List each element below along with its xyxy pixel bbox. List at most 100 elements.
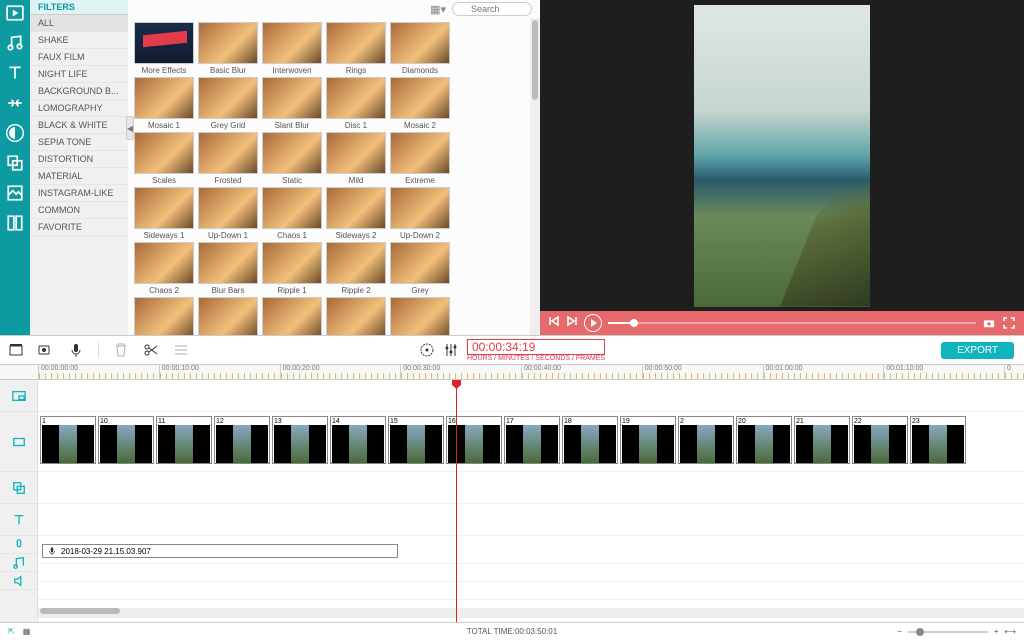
effect-mosaic-1[interactable]: Mosaic 1: [134, 77, 194, 130]
split-icon[interactable]: [6, 214, 24, 232]
grid-scrollbar[interactable]: [530, 18, 540, 335]
effect-holiday[interactable]: Holiday: [134, 297, 194, 335]
voiceover-icon[interactable]: [68, 342, 84, 358]
collapse-categories-icon[interactable]: ◀: [126, 116, 134, 140]
zoom-slider[interactable]: [908, 631, 988, 633]
voice-track-icon[interactable]: [0, 536, 37, 554]
layout-icon[interactable]: ▦: [23, 627, 31, 636]
music-icon[interactable]: [6, 34, 24, 52]
effect-rings[interactable]: Rings: [326, 22, 386, 75]
zoom-in-icon[interactable]: +: [994, 627, 999, 636]
effect-static[interactable]: Static: [262, 132, 322, 185]
text-track-icon[interactable]: [0, 504, 37, 536]
transition-icon[interactable]: [6, 94, 24, 112]
video-track-icon[interactable]: [0, 412, 37, 472]
playhead[interactable]: [456, 380, 457, 622]
fit-icon[interactable]: ⟷: [1005, 627, 1016, 636]
clip-20[interactable]: 20: [736, 416, 792, 464]
effect-frosted[interactable]: Frosted: [198, 132, 258, 185]
category-distortion[interactable]: DISTORTION: [30, 151, 128, 168]
media-icon[interactable]: [6, 4, 24, 22]
elements-icon[interactable]: [6, 184, 24, 202]
category-sepia[interactable]: SEPIA TONE: [30, 134, 128, 151]
timeline-lanes[interactable]: 110111213141516171819220212223 2018-03-2…: [38, 380, 1024, 622]
snapshot-icon[interactable]: [982, 316, 996, 330]
effect-september[interactable]: September: [262, 297, 322, 335]
effect-track-icon[interactable]: [0, 472, 37, 504]
category-faux-film[interactable]: FAUX FILM: [30, 49, 128, 66]
category-night-life[interactable]: NIGHT LIFE: [30, 66, 128, 83]
text-icon[interactable]: [6, 64, 24, 82]
clip-18[interactable]: 18: [562, 416, 618, 464]
dock-icon[interactable]: ⇱: [8, 627, 15, 636]
clip-21[interactable]: 21: [794, 416, 850, 464]
clip-22[interactable]: 22: [852, 416, 908, 464]
effect-slant-blur[interactable]: Slant Blur: [262, 77, 322, 130]
effect-diamonds[interactable]: Diamonds: [390, 22, 450, 75]
category-material[interactable]: MATERIAL: [30, 168, 128, 185]
delete-icon[interactable]: [113, 342, 129, 358]
grid-view-toggle[interactable]: ▦▾: [430, 3, 446, 16]
category-black-white[interactable]: BLACK & WHITE: [30, 117, 128, 134]
record-icon[interactable]: [38, 342, 54, 358]
music-track-icon[interactable]: [0, 554, 37, 572]
clip-19[interactable]: 19: [620, 416, 676, 464]
play-button[interactable]: [584, 314, 602, 332]
export-button[interactable]: EXPORT: [941, 342, 1014, 359]
clip-13[interactable]: 13: [272, 416, 328, 464]
effect-blur-bars[interactable]: Blur Bars: [198, 242, 258, 295]
clip-10[interactable]: 10: [98, 416, 154, 464]
category-instagram[interactable]: INSTAGRAM-LIKE: [30, 185, 128, 202]
effect-ripple-2[interactable]: Ripple 2: [326, 242, 386, 295]
effect-basic-blur[interactable]: Basic Blur: [198, 22, 258, 75]
filters-icon[interactable]: [6, 124, 24, 142]
effect-mild[interactable]: Mild: [326, 132, 386, 185]
zoom-out-icon[interactable]: −: [897, 627, 902, 636]
category-lomography[interactable]: LOMOGRAPHY: [30, 100, 128, 117]
effect-simpleelegant[interactable]: SimpleElegant: [326, 297, 386, 335]
effect-mosaic-2[interactable]: Mosaic 2: [390, 77, 450, 130]
category-shake[interactable]: SHAKE: [30, 32, 128, 49]
effect-up-down-2[interactable]: Up-Down 2: [390, 187, 450, 240]
pip-track-icon[interactable]: [0, 380, 37, 412]
adjust-icon[interactable]: [173, 342, 189, 358]
effect-rise[interactable]: Rise: [390, 297, 450, 335]
effect-scales[interactable]: Scales: [134, 132, 194, 185]
effect-grey-grid[interactable]: Grey Grid: [198, 77, 258, 130]
search-input[interactable]: [452, 2, 532, 16]
seek-bar[interactable]: [608, 322, 976, 324]
timeline-ruler[interactable]: 00:00:00:0000:00:10:00 00:00:20:0000:00:…: [0, 364, 1024, 380]
effect-sideways-1[interactable]: Sideways 1: [134, 187, 194, 240]
split-clip-icon[interactable]: [143, 342, 159, 358]
clip-16[interactable]: 16: [446, 416, 502, 464]
fullscreen-icon[interactable]: [1002, 316, 1016, 330]
effect-disc-1[interactable]: Disc 1: [326, 77, 386, 130]
clip-14[interactable]: 14: [330, 416, 386, 464]
effect-metropolis[interactable]: Metropolis: [198, 297, 258, 335]
category-favorite[interactable]: FAVORITE: [30, 219, 128, 236]
effect-interwoven[interactable]: Interwoven: [262, 22, 322, 75]
clip-17[interactable]: 17: [504, 416, 560, 464]
category-common[interactable]: COMMON: [30, 202, 128, 219]
audio-clip[interactable]: 2018-03-29 21.15.03.907: [42, 544, 398, 558]
effect-grey[interactable]: Grey: [390, 242, 450, 295]
mixer-icon[interactable]: [443, 342, 459, 358]
prev-frame-icon[interactable]: [548, 314, 560, 332]
category-all[interactable]: ALL: [30, 15, 128, 32]
clip-15[interactable]: 15: [388, 416, 444, 464]
effect-sideways-2[interactable]: Sideways 2: [326, 187, 386, 240]
clip-11[interactable]: 11: [156, 416, 212, 464]
marker-icon[interactable]: [419, 342, 435, 358]
crop-icon[interactable]: [8, 342, 24, 358]
effect-up-down-1[interactable]: Up-Down 1: [198, 187, 258, 240]
clip-1[interactable]: 1: [40, 416, 96, 464]
effect-ripple-1[interactable]: Ripple 1: [262, 242, 322, 295]
next-frame-icon[interactable]: [566, 314, 578, 332]
category-background-blur[interactable]: BACKGROUND B...: [30, 83, 128, 100]
effect-chaos-1[interactable]: Chaos 1: [262, 187, 322, 240]
overlay-icon[interactable]: [6, 154, 24, 172]
clip-23[interactable]: 23: [910, 416, 966, 464]
sound-track-icon[interactable]: [0, 572, 37, 590]
effect-chaos-2[interactable]: Chaos 2: [134, 242, 194, 295]
effect-more-effects[interactable]: More Effects: [134, 22, 194, 75]
